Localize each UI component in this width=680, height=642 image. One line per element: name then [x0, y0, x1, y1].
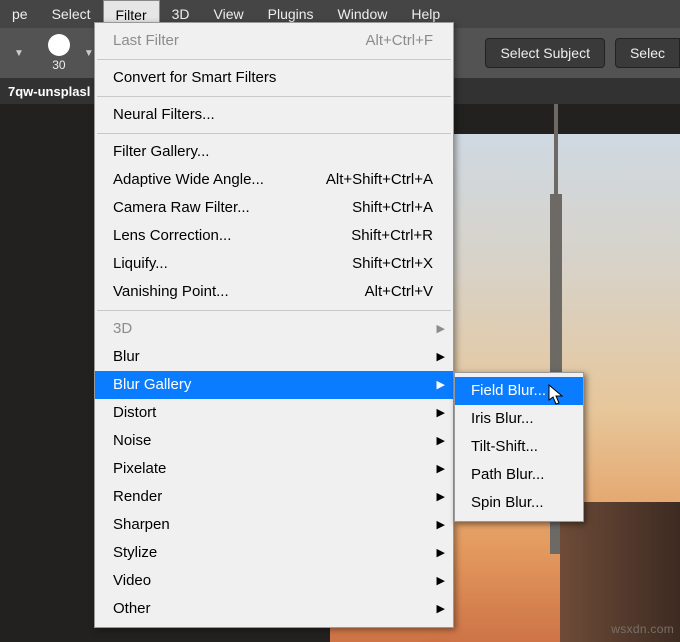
filter-menu-item-lens-correction-[interactable]: Lens Correction... Shift+Ctrl+R — [95, 222, 453, 250]
menu-item-label: Video — [113, 570, 151, 592]
brush-size-label: 30 — [52, 58, 65, 72]
filter-menu-item-blur[interactable]: Blur ▶ — [95, 343, 453, 371]
menu-item-shortcut: Alt+Ctrl+V — [365, 281, 433, 303]
menu-item-label: Lens Correction... — [113, 225, 231, 247]
menu-item-label: Noise — [113, 430, 151, 452]
filter-menu-item-render[interactable]: Render ▶ — [95, 483, 453, 511]
filter-menu-item-3d: 3D ▶ — [95, 315, 453, 343]
menu-item-label: Blur — [113, 346, 140, 368]
chevron-right-icon: ▶ — [437, 598, 445, 620]
submenu-item-iris-blur-[interactable]: Iris Blur... — [455, 405, 583, 433]
select-and-mask-button[interactable]: Selec — [615, 38, 680, 68]
menu-item-label: Sharpen — [113, 514, 170, 536]
document-tab[interactable]: 7qw-unsplasl — [2, 80, 96, 103]
menu-item-label: Filter Gallery... — [113, 141, 209, 163]
chevron-down-icon[interactable]: ▼ — [84, 48, 94, 59]
chevron-right-icon: ▶ — [437, 430, 445, 452]
menu-separator — [97, 59, 451, 60]
filter-menu-item-last-filter: Last Filter Alt+Ctrl+F — [95, 27, 453, 55]
menu-item-label: 3D — [113, 318, 132, 340]
menu-item-label: Blur Gallery — [113, 374, 191, 396]
menu-item-label: Liquify... — [113, 253, 168, 275]
menu-item-label: Adaptive Wide Angle... — [113, 169, 264, 191]
filter-menu-item-distort[interactable]: Distort ▶ — [95, 399, 453, 427]
menu-item-shortcut: Shift+Ctrl+X — [352, 253, 433, 275]
chevron-right-icon: ▶ — [437, 458, 445, 480]
filter-menu-item-camera-raw-filter-[interactable]: Camera Raw Filter... Shift+Ctrl+A — [95, 194, 453, 222]
menu-item-shortcut: Shift+Ctrl+R — [351, 225, 433, 247]
filter-menu-dropdown: Last Filter Alt+Ctrl+F Convert for Smart F… — [94, 22, 454, 628]
menu-item-label: Neural Filters... — [113, 104, 215, 126]
menu-item-shortcut: Alt+Ctrl+F — [365, 30, 433, 52]
watermark: wsxdn.com — [611, 622, 674, 636]
menu-item-label: Distort — [113, 402, 156, 424]
menu-item-label: Other — [113, 598, 151, 620]
submenu-item-path-blur-[interactable]: Path Blur... — [455, 461, 583, 489]
menu-item-label: Vanishing Point... — [113, 281, 229, 303]
submenu-item-spin-blur-[interactable]: Spin Blur... — [455, 489, 583, 517]
chevron-right-icon: ▶ — [437, 346, 445, 368]
menu-item-label: Convert for Smart Filters — [113, 67, 276, 89]
filter-menu-item-other[interactable]: Other ▶ — [95, 595, 453, 623]
filter-menu-item-adaptive-wide-angle-[interactable]: Adaptive Wide Angle... Alt+Shift+Ctrl+A — [95, 166, 453, 194]
submenu-item-field-blur-[interactable]: Field Blur... — [455, 377, 583, 405]
select-subject-button[interactable]: Select Subject — [485, 38, 605, 68]
filter-menu-item-neural-filters-[interactable]: Neural Filters... — [95, 101, 453, 129]
menu-separator — [97, 310, 451, 311]
menu-item-label: Stylize — [113, 542, 157, 564]
chevron-right-icon: ▶ — [437, 486, 445, 508]
filter-menu-item-filter-gallery-[interactable]: Filter Gallery... — [95, 138, 453, 166]
brush-preview-icon — [48, 34, 70, 56]
filter-menu-item-blur-gallery[interactable]: Blur Gallery ▶ — [95, 371, 453, 399]
chevron-down-icon[interactable]: ▼ — [14, 48, 24, 59]
chevron-right-icon: ▶ — [437, 542, 445, 564]
filter-menu-item-stylize[interactable]: Stylize ▶ — [95, 539, 453, 567]
blur-gallery-submenu: Field Blur...Iris Blur...Tilt-Shift...Pa… — [454, 372, 584, 522]
filter-menu-item-pixelate[interactable]: Pixelate ▶ — [95, 455, 453, 483]
chevron-right-icon: ▶ — [437, 514, 445, 536]
menu-item-label: Camera Raw Filter... — [113, 197, 250, 219]
filter-menu-item-vanishing-point-[interactable]: Vanishing Point... Alt+Ctrl+V — [95, 278, 453, 306]
menu-item-label: Last Filter — [113, 30, 179, 52]
menu-item-label: Render — [113, 486, 162, 508]
menu-separator — [97, 133, 451, 134]
filter-menu-item-liquify-[interactable]: Liquify... Shift+Ctrl+X — [95, 250, 453, 278]
menu-separator — [97, 96, 451, 97]
filter-menu-item-video[interactable]: Video ▶ — [95, 567, 453, 595]
chevron-right-icon: ▶ — [437, 374, 445, 396]
filter-menu-item-sharpen[interactable]: Sharpen ▶ — [95, 511, 453, 539]
photo-building — [560, 502, 680, 642]
submenu-item-tilt-shift-[interactable]: Tilt-Shift... — [455, 433, 583, 461]
chevron-right-icon: ▶ — [437, 318, 445, 340]
chevron-right-icon: ▶ — [437, 402, 445, 424]
menu-item-shortcut: Alt+Shift+Ctrl+A — [326, 169, 433, 191]
filter-menu-item-noise[interactable]: Noise ▶ — [95, 427, 453, 455]
filter-menu-item-convert-for-smart-filters[interactable]: Convert for Smart Filters — [95, 64, 453, 92]
menu-item-shortcut: Shift+Ctrl+A — [352, 197, 433, 219]
chevron-right-icon: ▶ — [437, 570, 445, 592]
menubar-item-type[interactable]: pe — [0, 0, 40, 28]
brush-preset[interactable]: 30 — [48, 34, 70, 72]
menu-item-label: Pixelate — [113, 458, 166, 480]
